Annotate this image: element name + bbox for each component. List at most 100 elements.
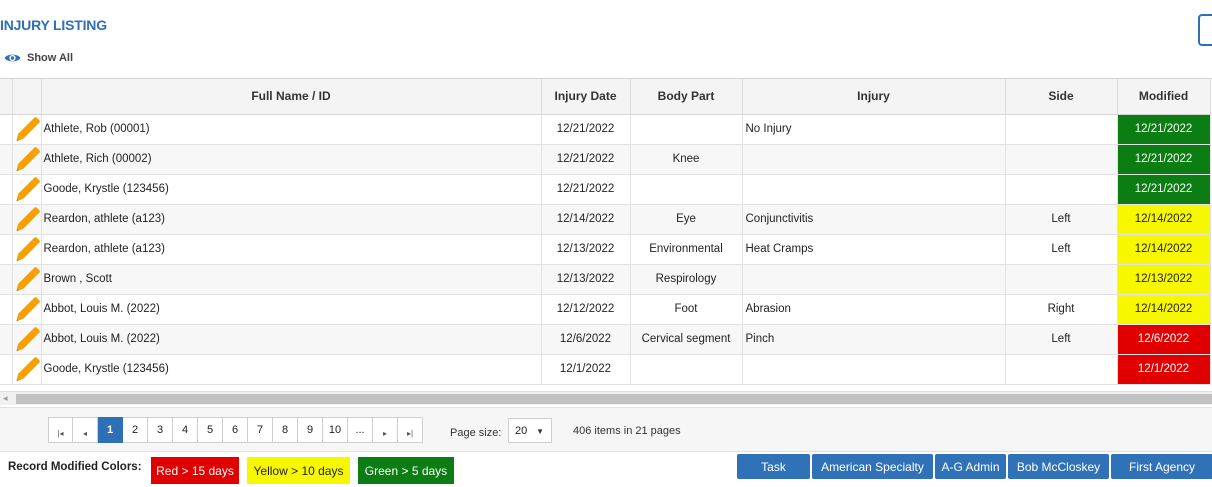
- agency-buttons: Task American Specialty A-G Admin Bob Mc…: [737, 454, 1212, 479]
- table-row[interactable]: Goode, Krystle (123456) 12/1/2022 12/1/202…: [0, 354, 1211, 385]
- cell-injury-date: 12/14/2022: [541, 204, 631, 235]
- edit-button[interactable]: [12, 264, 42, 295]
- cell-injury: [742, 354, 1006, 385]
- cell-modified: 12/21/2022: [1117, 114, 1211, 145]
- row-select[interactable]: [0, 264, 13, 295]
- row-select[interactable]: [0, 294, 13, 325]
- next-page-button[interactable]: ▸: [373, 417, 398, 443]
- row-select[interactable]: [0, 354, 13, 385]
- first-page-button[interactable]: |◂: [48, 417, 73, 443]
- cell-modified: 12/14/2022: [1117, 234, 1211, 265]
- cell-full-name: Reardon, athlete (a123): [41, 234, 542, 265]
- header-side[interactable]: Side: [1005, 79, 1118, 115]
- cell-injury: Pinch: [742, 324, 1006, 355]
- row-select[interactable]: [0, 204, 13, 235]
- page-title: INJURY LISTING: [0, 17, 107, 33]
- header-modified[interactable]: Modified: [1117, 79, 1211, 115]
- row-select[interactable]: [0, 174, 13, 205]
- cell-injury-date: 12/21/2022: [541, 114, 631, 145]
- table-row[interactable]: Reardon, athlete (a123) 12/14/2022 Eye Conj…: [0, 204, 1211, 235]
- legend-label: Record Modified Colors:: [8, 461, 142, 473]
- corner-button[interactable]: [1198, 14, 1212, 46]
- page-size-select[interactable]: 20 ▼: [508, 418, 552, 443]
- table-row[interactable]: Goode, Krystle (123456) 12/21/2022 12/21/2…: [0, 174, 1211, 205]
- row-select[interactable]: [0, 114, 13, 145]
- cell-body-part: [630, 354, 743, 385]
- page-button-7[interactable]: 7: [248, 417, 273, 443]
- pencil-icon: [13, 265, 41, 293]
- edit-button[interactable]: [12, 324, 42, 355]
- edit-button[interactable]: [12, 174, 42, 205]
- page-button-6[interactable]: 6: [223, 417, 248, 443]
- table-row[interactable]: Athlete, Rob (00001) 12/21/2022 No Injury 1…: [0, 114, 1211, 145]
- cell-injury-date: 12/21/2022: [541, 174, 631, 205]
- agency-button-bob-mccloskey[interactable]: Bob McCloskey: [1008, 454, 1109, 479]
- legend-yellow: Yellow > 10 days: [247, 457, 350, 484]
- edit-button[interactable]: [12, 354, 42, 385]
- page-button-2[interactable]: 2: [123, 417, 148, 443]
- cell-side: Left: [1005, 204, 1118, 235]
- edit-button[interactable]: [12, 204, 42, 235]
- last-page-button[interactable]: ▸|: [398, 417, 423, 443]
- cell-side: [1005, 174, 1118, 205]
- legend-green: Green > 5 days: [358, 457, 454, 484]
- cell-injury: Abrasion: [742, 294, 1006, 325]
- table-row[interactable]: Reardon, athlete (a123) 12/13/2022 Environ…: [0, 234, 1211, 265]
- table-row[interactable]: Abbot, Louis M. (2022) 12/6/2022 Cervical …: [0, 324, 1211, 355]
- page-more-button[interactable]: ...: [348, 417, 373, 443]
- cell-modified: 12/21/2022: [1117, 144, 1211, 175]
- page-button-9[interactable]: 9: [298, 417, 323, 443]
- prev-page-button[interactable]: ◂: [73, 417, 98, 443]
- header-full-name[interactable]: Full Name / ID: [41, 79, 542, 115]
- scroll-left-icon[interactable]: ◂: [3, 393, 8, 404]
- row-select[interactable]: [0, 144, 13, 175]
- header-injury[interactable]: Injury: [742, 79, 1006, 115]
- cell-injury-date: 12/13/2022: [541, 234, 631, 265]
- page-size-value: 20: [515, 424, 528, 437]
- eye-icon: [4, 52, 21, 64]
- cell-injury: Heat Cramps: [742, 234, 1006, 265]
- row-select[interactable]: [0, 234, 13, 265]
- scroll-thumb[interactable]: [16, 394, 1212, 404]
- cell-side: [1005, 264, 1118, 295]
- agency-button-first-agency[interactable]: First Agency: [1111, 454, 1212, 479]
- table-row[interactable]: Athlete, Rich (00002) 12/21/2022 Knee 12/21…: [0, 144, 1211, 175]
- cell-body-part: Foot: [630, 294, 743, 325]
- page-button-5[interactable]: 5: [198, 417, 223, 443]
- dropdown-caret-icon: ▼: [536, 427, 544, 436]
- cell-injury: Conjunctivitis: [742, 204, 1006, 235]
- edit-button[interactable]: [12, 294, 42, 325]
- edit-button[interactable]: [12, 234, 42, 265]
- pencil-icon: [13, 295, 41, 323]
- pagination: |◂ ◂ 1 2 3 4 5 6 7 8 9 10... ▸ ▸|: [48, 417, 423, 443]
- cell-full-name: Athlete, Rob (00001): [41, 114, 542, 145]
- cell-modified: 12/1/2022: [1117, 354, 1211, 385]
- edit-button[interactable]: [12, 114, 42, 145]
- agency-button-ag-admin[interactable]: A-G Admin: [935, 454, 1006, 479]
- cell-full-name: Abbot, Louis M. (2022): [41, 294, 542, 325]
- cell-side: [1005, 354, 1118, 385]
- cell-modified: 12/14/2022: [1117, 204, 1211, 235]
- table-row[interactable]: Brown , Scott 12/13/2022 Respirology 12/13/…: [0, 264, 1211, 295]
- agency-button-american-specialty[interactable]: American Specialty: [812, 454, 933, 479]
- header-injury-date[interactable]: Injury Date: [541, 79, 631, 115]
- page-button-8[interactable]: 8: [273, 417, 298, 443]
- horizontal-scrollbar[interactable]: ◂: [0, 391, 1212, 405]
- header-body-part[interactable]: Body Part: [630, 79, 743, 115]
- page-button-3[interactable]: 3: [148, 417, 173, 443]
- page-button-10[interactable]: 10: [323, 417, 348, 443]
- pencil-icon: [13, 355, 41, 383]
- header-select: [0, 79, 13, 115]
- pencil-icon: [13, 145, 41, 173]
- edit-button[interactable]: [12, 144, 42, 175]
- agency-button-task[interactable]: Task: [737, 454, 810, 479]
- page-button-4[interactable]: 4: [173, 417, 198, 443]
- row-select[interactable]: [0, 324, 13, 355]
- page-button-1[interactable]: 1: [98, 417, 123, 443]
- items-info: 406 items in 21 pages: [573, 425, 681, 437]
- cell-body-part: [630, 114, 743, 145]
- show-all-button[interactable]: Show All: [4, 52, 73, 64]
- cell-full-name: Athlete, Rich (00002): [41, 144, 542, 175]
- page-size-label: Page size:: [450, 427, 502, 439]
- table-row[interactable]: Abbot, Louis M. (2022) 12/12/2022 Foot Abra…: [0, 294, 1211, 325]
